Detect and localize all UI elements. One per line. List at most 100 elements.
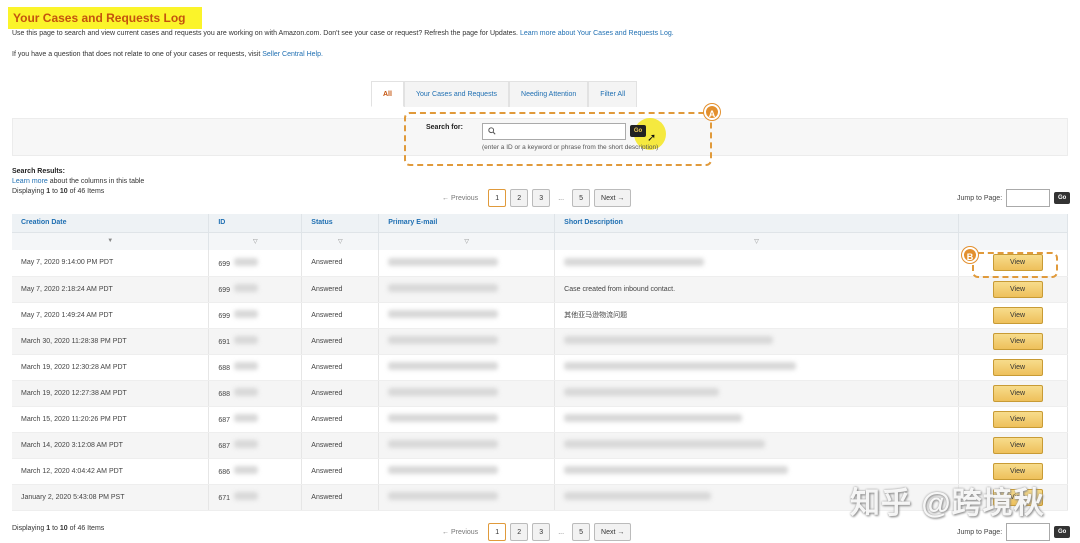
cell-actions: View (958, 380, 1068, 407)
column-actions (958, 214, 1068, 233)
page-2-button[interactable]: 2 (510, 189, 529, 207)
view-case-button[interactable]: View (992, 358, 1043, 376)
filter-row: ▼ ▽ ▽ ▽ ▽ (12, 232, 1068, 250)
column-short-description[interactable]: Short Description (554, 214, 959, 233)
cell-actions: View (958, 302, 1068, 329)
jump-go-button-bottom[interactable]: Go (1054, 526, 1071, 538)
displaying-of: of 46 Items (69, 188, 105, 195)
redacted-description (564, 440, 766, 448)
cell-status: Answered (301, 302, 380, 329)
footer-displaying-to-word: to (52, 525, 58, 532)
page-1-button[interactable]: 1 (488, 189, 507, 207)
view-case-button[interactable]: View (992, 332, 1043, 350)
cell-creation-date-text: March 15, 2020 11:20:26 PM PDT (21, 415, 127, 423)
cell-creation-date: March 19, 2020 12:27:38 AM PDT (12, 380, 210, 407)
cell-short-description (554, 328, 959, 355)
sort-icon-status[interactable]: ▽ (301, 232, 380, 250)
displaying-to: 10 (59, 188, 68, 195)
cell-status: Answered (301, 432, 380, 459)
pagination-ellipsis-bottom: ... (558, 528, 565, 536)
cell-primary-email (378, 302, 556, 329)
tab-needing-attention[interactable]: Needing Attention (509, 81, 589, 107)
jump-go-button[interactable]: Go (1054, 192, 1071, 204)
cell-primary-email (378, 458, 556, 485)
redacted-email (388, 440, 499, 448)
tab-your-cases[interactable]: Your Cases and Requests (403, 81, 510, 107)
redacted-id-suffix (234, 440, 259, 448)
redacted-id-suffix (234, 362, 259, 370)
displaying-count-bottom: Displaying 1 to 10 of 46 Items (12, 525, 104, 532)
redacted-id-suffix (234, 414, 259, 422)
table-row: March 19, 2020 12:27:38 AM PDT 688 Answere… (12, 380, 1068, 407)
sort-icon-description[interactable]: ▽ (554, 232, 959, 250)
cell-id-text: 687 (218, 443, 231, 450)
cell-primary-email (378, 406, 556, 433)
seller-central-help-link[interactable]: Seller Central Help. (262, 51, 323, 58)
cell-id-text: 699 (218, 260, 231, 268)
table-header-row: Creation Date ID Status Primary E-mail S… (12, 214, 1068, 233)
view-case-button[interactable]: View (992, 280, 1043, 298)
view-case-button[interactable]: View (992, 384, 1043, 402)
jump-page-input[interactable] (1006, 189, 1051, 207)
tab-filter-all[interactable]: Filter All (588, 81, 638, 107)
page-3-button[interactable]: 3 (532, 189, 551, 207)
cases-table: Creation Date ID Status Primary E-mail S… (12, 214, 1068, 511)
next-page-button-bottom[interactable]: Next → (594, 523, 632, 541)
redacted-description (564, 362, 797, 370)
previous-page-link-bottom[interactable]: ← Previous (436, 529, 484, 536)
filter-cell-actions (958, 232, 1068, 250)
help-text: If you have a question that does not rel… (12, 51, 323, 58)
redacted-email (388, 336, 499, 344)
cell-status: Answered (301, 328, 380, 355)
cell-id: 686 (208, 458, 303, 485)
cell-primary-email (378, 380, 556, 407)
column-creation-date[interactable]: Creation Date (12, 214, 210, 233)
redacted-email (388, 284, 499, 292)
sort-icon-id[interactable]: ▽ (208, 232, 303, 250)
cell-status-text: Answered (311, 285, 343, 293)
cell-creation-date: March 19, 2020 12:30:28 AM PDT (12, 354, 210, 381)
table-row: May 7, 2020 9:14:00 PM PDT 699 Answered Vie… (12, 250, 1068, 277)
cell-creation-date: March 30, 2020 11:28:38 PM PDT (12, 328, 210, 355)
column-status[interactable]: Status (301, 214, 380, 233)
column-primary-email[interactable]: Primary E-mail (378, 214, 556, 233)
help-description: If you have a question that does not rel… (12, 51, 261, 58)
learn-more-cases-link[interactable]: Learn more about Your Cases and Requests… (520, 30, 674, 37)
page-1-button-bottom[interactable]: 1 (488, 523, 507, 541)
view-case-button[interactable]: View (992, 462, 1043, 480)
pagination-bottom: ← Previous 1 2 3 ... 5 Next → (436, 523, 632, 541)
cell-short-description: 其他亚马逊物流问题 (554, 302, 959, 329)
cell-id: 688 (208, 380, 303, 407)
tab-all[interactable]: All (371, 81, 404, 107)
cell-actions: View (958, 432, 1068, 459)
cell-id-text: 699 (218, 313, 231, 320)
cell-actions: View (958, 328, 1068, 355)
column-id[interactable]: ID (208, 214, 303, 233)
cell-id: 691 (208, 328, 303, 355)
cell-id: 699 (208, 250, 303, 277)
view-case-button[interactable]: View (992, 436, 1043, 454)
page-5-button[interactable]: 5 (572, 189, 591, 207)
view-case-button[interactable]: View (992, 410, 1043, 428)
cell-creation-date-text: May 7, 2020 2:18:24 AM PDT (21, 285, 113, 293)
redacted-description (564, 492, 712, 500)
previous-page-link[interactable]: ← Previous (436, 195, 484, 202)
page-3-button-bottom[interactable]: 3 (532, 523, 551, 541)
learn-more-columns-link[interactable]: Learn more (12, 178, 48, 185)
sort-icon-date[interactable]: ▼ (12, 232, 210, 250)
cell-creation-date-text: March 30, 2020 11:28:38 PM PDT (21, 337, 127, 345)
sort-icon-email[interactable]: ▽ (378, 232, 556, 250)
cell-id-text: 691 (218, 339, 231, 346)
page-2-button-bottom[interactable]: 2 (510, 523, 529, 541)
view-case-button[interactable]: View (992, 306, 1043, 324)
cell-id: 699 (208, 276, 303, 303)
cell-id-text: 686 (218, 469, 231, 476)
cell-status: Answered (301, 354, 380, 381)
cell-actions: View (958, 354, 1068, 381)
cell-creation-date-text: March 14, 2020 3:12:08 AM PDT (21, 441, 123, 449)
redacted-description (564, 257, 705, 266)
next-page-button[interactable]: Next → (594, 189, 632, 207)
cell-creation-date-text: May 7, 2020 9:14:00 PM PDT (21, 259, 114, 267)
page-5-button-bottom[interactable]: 5 (572, 523, 591, 541)
jump-page-input-bottom[interactable] (1006, 523, 1051, 541)
